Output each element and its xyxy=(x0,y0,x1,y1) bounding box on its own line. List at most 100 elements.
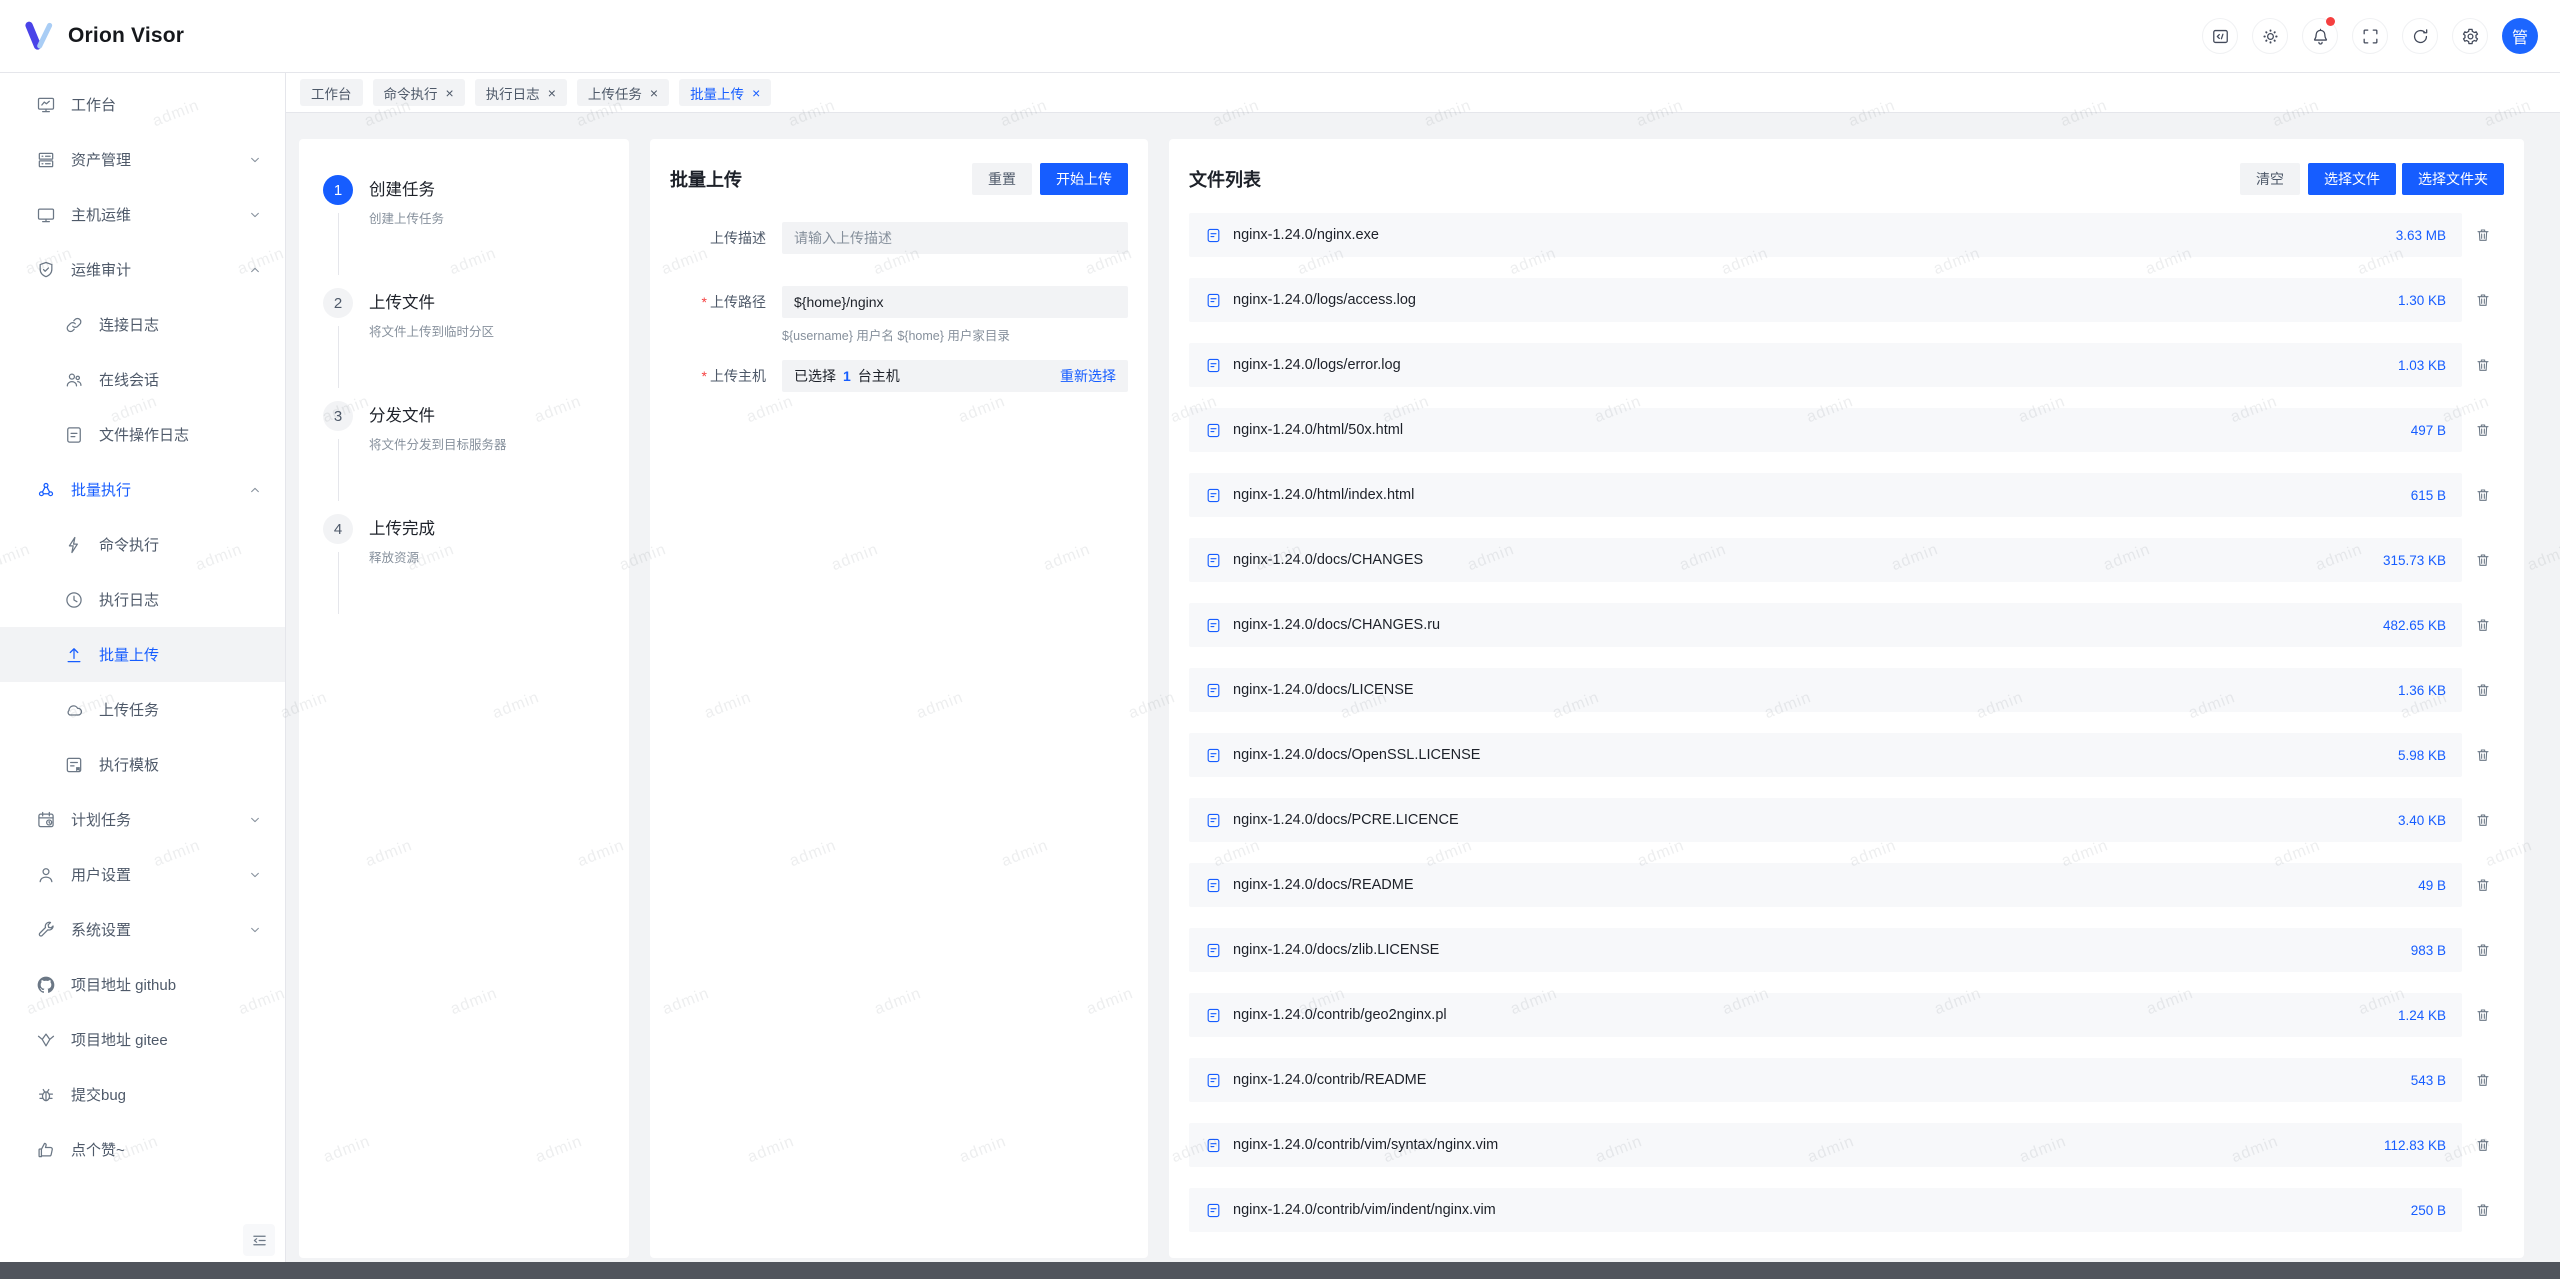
sidebar-item[interactable]: 上传任务 xyxy=(0,682,285,737)
file-text-icon xyxy=(1205,617,1222,634)
sidebar-item[interactable]: 执行模板 xyxy=(0,737,285,792)
page-tab[interactable]: 执行日志 × xyxy=(475,79,567,106)
file-size: 615 B xyxy=(2391,488,2446,503)
trash-icon xyxy=(2475,292,2491,308)
sidebar-item-label: 执行日志 xyxy=(99,589,159,610)
step-description: 将文件上传到临时分区 xyxy=(369,321,605,340)
upload-icon xyxy=(64,645,84,665)
trash-icon xyxy=(2475,1137,2491,1153)
sessions-icon xyxy=(64,370,84,390)
template-icon xyxy=(64,755,84,775)
upload-path-input[interactable] xyxy=(782,286,1128,318)
sidebar-item[interactable]: 主机运维 xyxy=(0,187,285,242)
trash-icon xyxy=(2475,1007,2491,1023)
delete-file-button[interactable] xyxy=(2462,1137,2504,1153)
reselect-hosts-link[interactable]: 重新选择 xyxy=(1060,366,1116,386)
file-name: nginx-1.24.0/logs/error.log xyxy=(1233,357,1401,373)
sidebar-item[interactable]: 连接日志 xyxy=(0,297,285,352)
sidebar-item-label: 系统设置 xyxy=(71,919,131,940)
delete-file-button[interactable] xyxy=(2462,617,2504,633)
delete-file-button[interactable] xyxy=(2462,812,2504,828)
select-folder-button[interactable]: 选择文件夹 xyxy=(2402,163,2504,195)
sidebar-item[interactable]: 文件操作日志 xyxy=(0,407,285,462)
tab-close-icon[interactable]: × xyxy=(650,86,658,100)
delete-file-button[interactable] xyxy=(2462,357,2504,373)
delete-file-button[interactable] xyxy=(2462,747,2504,763)
sun-button[interactable] xyxy=(2252,18,2288,54)
sidebar-item[interactable]: 计划任务 xyxy=(0,792,285,847)
delete-file-button[interactable] xyxy=(2462,1202,2504,1218)
code-button[interactable] xyxy=(2202,18,2238,54)
page-tab[interactable]: 工作台 xyxy=(300,79,363,106)
avatar[interactable]: 管 xyxy=(2502,18,2538,54)
file-row: nginx-1.24.0/contrib/vim/indent/nginx.vi… xyxy=(1189,1188,2504,1232)
delete-file-button[interactable] xyxy=(2462,422,2504,438)
delete-file-button[interactable] xyxy=(2462,1007,2504,1023)
delete-file-button[interactable] xyxy=(2462,227,2504,243)
delete-file-button[interactable] xyxy=(2462,682,2504,698)
delete-file-button[interactable] xyxy=(2462,942,2504,958)
sidebar-item-label: 连接日志 xyxy=(99,314,159,335)
file-size: 1.36 KB xyxy=(2378,683,2446,698)
sidebar-item[interactable]: 用户设置 xyxy=(0,847,285,902)
sidebar-item[interactable]: 工作台 xyxy=(0,77,285,132)
sidebar-item[interactable]: 批量执行 xyxy=(0,462,285,517)
sidebar-item[interactable]: 点个赞~ xyxy=(0,1122,285,1177)
sidebar-item[interactable]: 执行日志 xyxy=(0,572,285,627)
reset-button[interactable]: 重置 xyxy=(972,163,1032,195)
sidebar: 工作台 资产管理 主机运维 运维审计 连接日志 xyxy=(0,73,286,1262)
gear-button[interactable] xyxy=(2452,18,2488,54)
fullscreen-icon xyxy=(2361,27,2380,46)
page-tab[interactable]: 上传任务 × xyxy=(577,79,669,106)
sidebar-item-label: 资产管理 xyxy=(71,149,131,170)
collapse-sidebar-button[interactable] xyxy=(243,1224,275,1256)
upload-description-input[interactable] xyxy=(782,222,1128,254)
sidebar-item-label: 执行模板 xyxy=(99,754,159,775)
trash-icon xyxy=(2475,617,2491,633)
refresh-button[interactable] xyxy=(2402,18,2438,54)
delete-file-button[interactable] xyxy=(2462,1072,2504,1088)
sidebar-item[interactable]: 提交bug xyxy=(0,1067,285,1122)
file-row: nginx-1.24.0/logs/access.log 1.30 KB xyxy=(1189,278,2504,322)
selected-hosts-box: 已选择 1 台主机 重新选择 xyxy=(782,360,1128,392)
sidebar-item[interactable]: 在线会话 xyxy=(0,352,285,407)
fullscreen-button[interactable] xyxy=(2352,18,2388,54)
sidebar-item[interactable]: 批量上传 xyxy=(0,627,285,682)
sidebar-item[interactable]: 命令执行 xyxy=(0,517,285,572)
cluster-icon xyxy=(36,480,56,500)
sun-icon xyxy=(2261,27,2280,46)
sidebar-item[interactable]: 运维审计 xyxy=(0,242,285,297)
file-row: nginx-1.24.0/html/index.html 615 B xyxy=(1189,473,2504,517)
bell-button[interactable] xyxy=(2302,18,2338,54)
step-item: 4 上传完成 释放资源 xyxy=(323,514,605,627)
file-size: 250 B xyxy=(2391,1203,2446,1218)
file-text-icon xyxy=(1205,292,1222,309)
step-item: 3 分发文件 将文件分发到目标服务器 xyxy=(323,401,605,514)
step-number: 3 xyxy=(323,401,353,431)
sidebar-item[interactable]: 项目地址 gitee xyxy=(0,1012,285,1067)
select-files-button[interactable]: 选择文件 xyxy=(2308,163,2396,195)
sidebar-item[interactable]: 系统设置 xyxy=(0,902,285,957)
file-size: 3.63 MB xyxy=(2376,228,2446,243)
sidebar-item-label: 在线会话 xyxy=(99,369,159,390)
tab-close-icon[interactable]: × xyxy=(752,86,760,100)
delete-file-button[interactable] xyxy=(2462,292,2504,308)
page-tab[interactable]: 批量上传 × xyxy=(679,79,771,106)
logo[interactable]: Orion Visor xyxy=(22,19,184,53)
sidebar-item[interactable]: 项目地址 github xyxy=(0,957,285,1012)
clear-files-button[interactable]: 清空 xyxy=(2240,163,2300,195)
delete-file-button[interactable] xyxy=(2462,877,2504,893)
file-name: nginx-1.24.0/html/50x.html xyxy=(1233,422,1403,438)
start-upload-button[interactable]: 开始上传 xyxy=(1040,163,1128,195)
file-text-icon xyxy=(1205,357,1222,374)
file-text-icon xyxy=(1205,552,1222,569)
tab-close-icon[interactable]: × xyxy=(446,86,454,100)
sidebar-item[interactable]: 资产管理 xyxy=(0,132,285,187)
delete-file-button[interactable] xyxy=(2462,487,2504,503)
page-tab[interactable]: 命令执行 × xyxy=(373,79,465,106)
tab-close-icon[interactable]: × xyxy=(548,86,556,100)
upload-description-label: 上传描述 xyxy=(670,222,766,254)
delete-file-button[interactable] xyxy=(2462,552,2504,568)
trash-icon xyxy=(2475,487,2491,503)
file-name: nginx-1.24.0/docs/OpenSSL.LICENSE xyxy=(1233,747,1480,763)
